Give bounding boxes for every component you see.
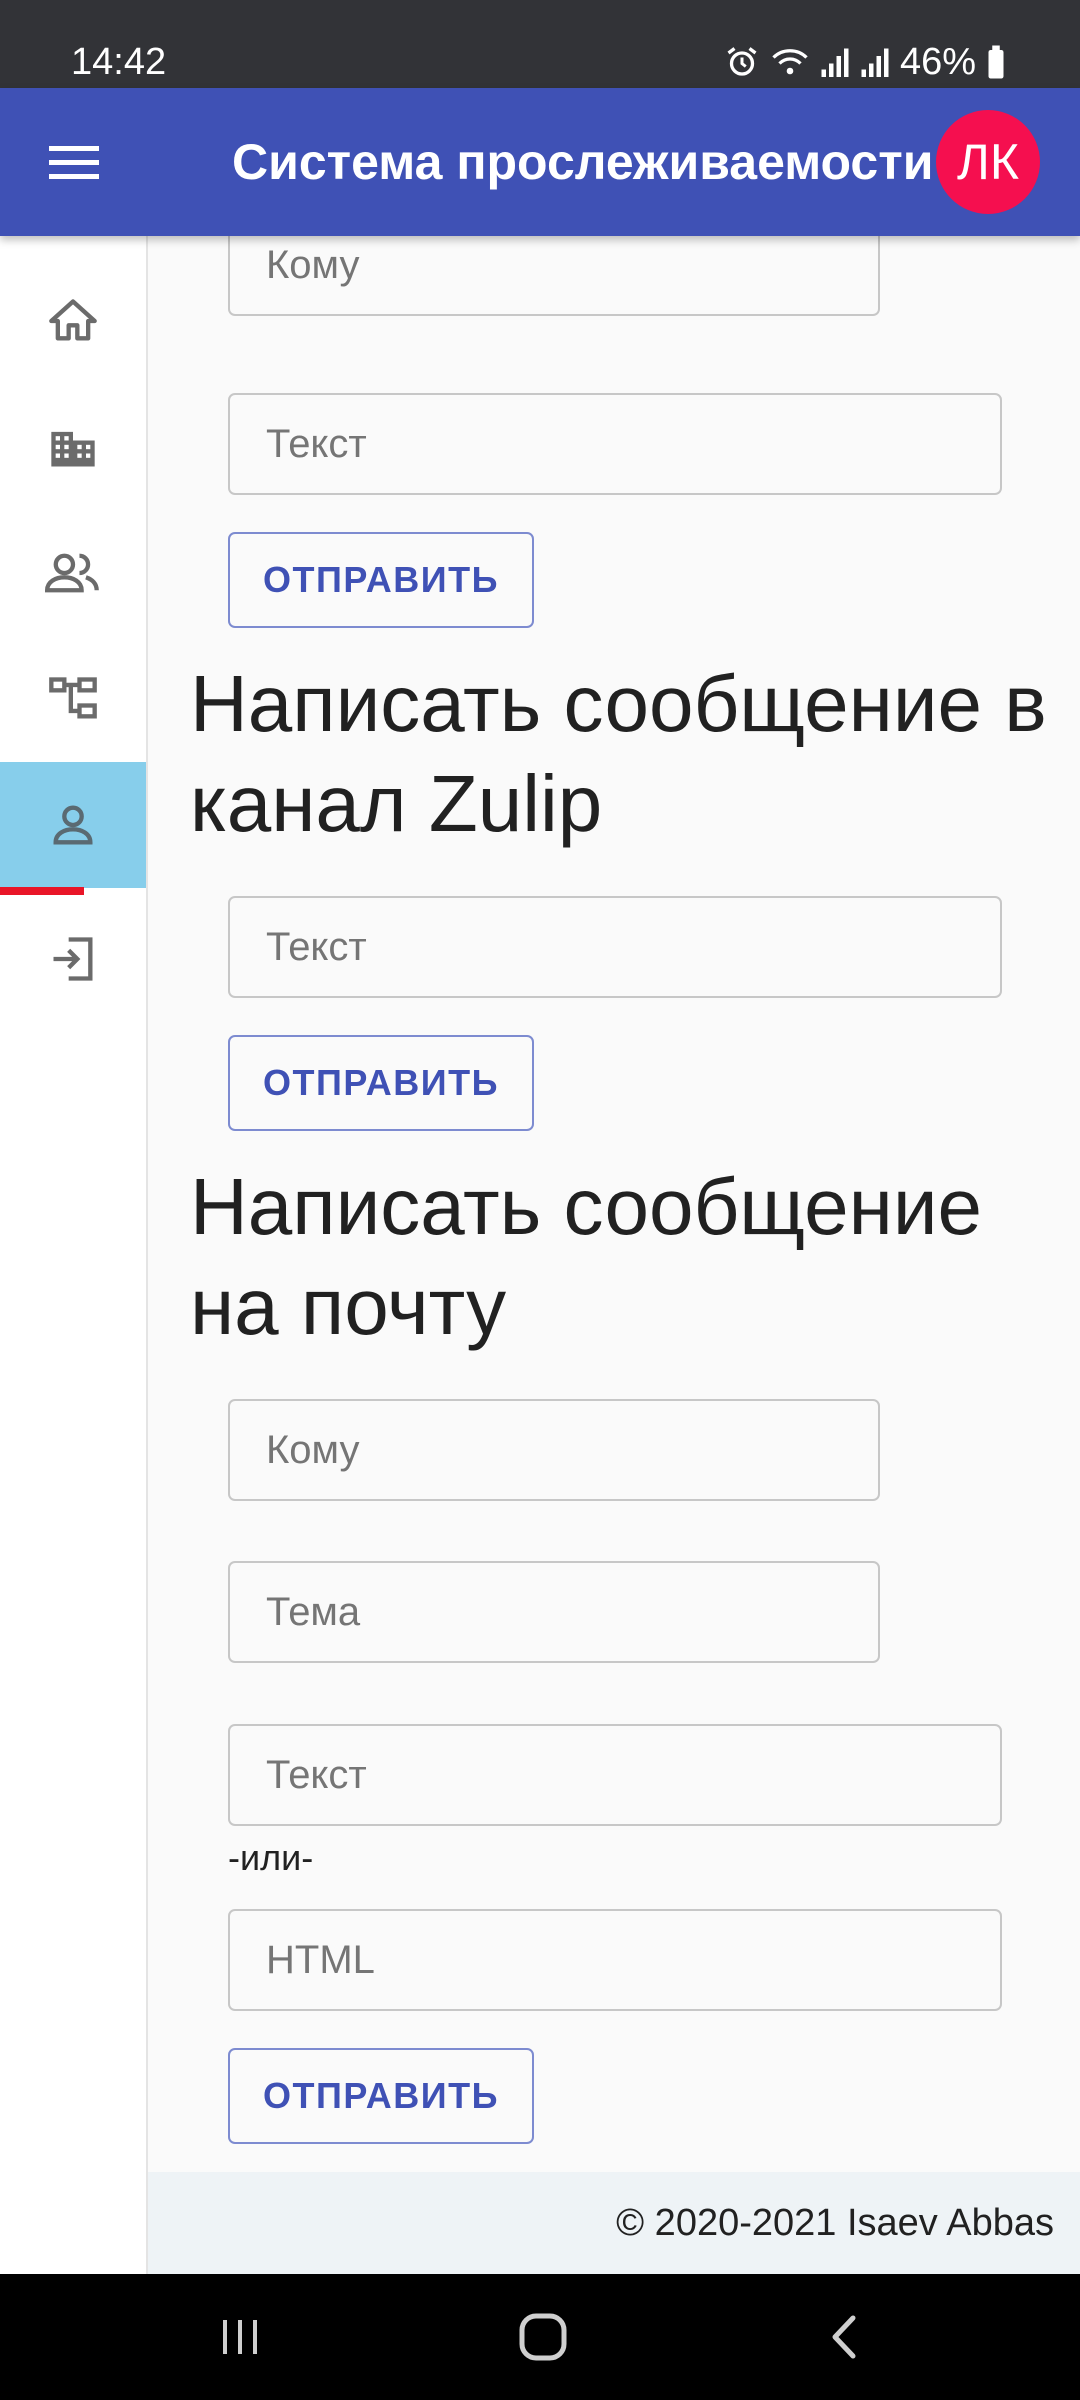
zulip-text-input[interactable]: Текст (228, 896, 1002, 998)
active-nav-indicator (0, 887, 84, 895)
status-icons: 46% (724, 40, 1006, 84)
signal-icon (860, 44, 890, 80)
home-circle-icon (519, 2313, 567, 2361)
footer-copyright: © 2020-2021 Isaev Abbas (148, 2172, 1080, 2274)
hierarchy-icon (49, 677, 97, 719)
system-nav-bar (0, 2274, 1080, 2400)
menu-button[interactable] (30, 122, 118, 202)
wifi-icon (770, 44, 810, 80)
home-icon (49, 299, 97, 341)
home-button[interactable] (503, 2297, 583, 2377)
sidebar-item-home[interactable] (0, 258, 146, 384)
sidebar-item-profile[interactable] (0, 762, 146, 888)
logout-icon (53, 937, 93, 981)
email-html-input[interactable]: HTML (228, 1909, 1002, 2011)
hamburger-menu-icon (49, 146, 99, 179)
sidebar-item-users[interactable] (0, 510, 146, 636)
signal-icon (820, 44, 850, 80)
zulip-send-button[interactable]: ОТПРАВИТЬ (228, 1035, 534, 1131)
alarm-icon (724, 44, 760, 80)
email-text-input[interactable]: Текст (228, 1724, 1002, 1826)
or-separator-label: -или- (228, 1837, 314, 1878)
sidebar-item-organizations[interactable] (0, 384, 146, 510)
sidebar-nav (0, 236, 148, 2274)
email-recipient-input[interactable]: Кому (228, 1399, 880, 1501)
battery-icon (986, 44, 1006, 80)
recent-apps-button[interactable] (200, 2297, 280, 2377)
app-bar: Система прослеживаемости ЛК (0, 88, 1080, 236)
status-bar: 14:42 46% (0, 0, 1080, 88)
email-subject-input[interactable]: Тема (228, 1561, 880, 1663)
sidebar-item-structure[interactable] (0, 636, 146, 762)
recipient-input[interactable]: Кому (228, 236, 880, 316)
app-title: Система прослеживаемости (232, 134, 934, 190)
profile-avatar-button[interactable]: ЛК (936, 110, 1040, 214)
status-time: 14:42 (71, 41, 167, 83)
main-content: Кому Текст ОТПРАВИТЬ Написать сообщение … (148, 236, 1080, 2172)
message-text-input[interactable]: Текст (228, 393, 1002, 495)
recent-apps-icon (223, 2320, 257, 2354)
email-section-heading: Написать сообщение на почту (190, 1162, 983, 1351)
person-icon (53, 805, 93, 845)
battery-percentage: 46% (899, 41, 976, 83)
zulip-section-heading: Написать сообщение в канал Zulip (190, 659, 1047, 848)
building-icon (51, 431, 95, 467)
back-icon (832, 2315, 856, 2359)
sidebar-item-logout[interactable] (0, 896, 146, 1022)
back-button[interactable] (805, 2297, 885, 2377)
send-button[interactable]: ОТПРАВИТЬ (228, 532, 534, 628)
email-send-button[interactable]: ОТПРАВИТЬ (228, 2048, 534, 2144)
people-icon (45, 553, 99, 593)
